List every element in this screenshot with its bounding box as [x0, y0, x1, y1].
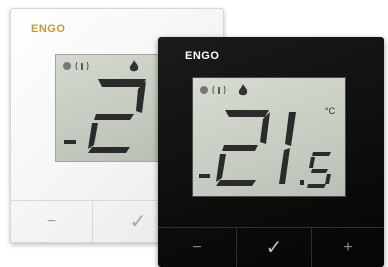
minus-icon: −: [192, 239, 202, 256]
confirm-button[interactable]: ✓: [237, 228, 311, 267]
temperature-digits: [216, 110, 331, 188]
minus-icon: −: [46, 213, 57, 230]
brand-logo: ENGO: [185, 50, 220, 62]
wireless-signal-icon: [75, 61, 89, 71]
check-icon: ✓: [129, 211, 147, 233]
wireless-signal-icon: [212, 85, 226, 95]
lcd-display: [55, 54, 169, 162]
black-thermostat: ENGO °C − ✓ +: [158, 37, 384, 267]
minus-segment: [64, 140, 76, 144]
lcd-display: °C: [192, 77, 346, 197]
temperature-digit: [88, 79, 146, 153]
minus-button[interactable]: −: [158, 228, 236, 267]
check-icon: ✓: [265, 237, 283, 259]
button-bar: − ✓ +: [158, 227, 384, 267]
minus-button[interactable]: −: [11, 201, 92, 242]
mode-icon: [200, 86, 208, 94]
flame-icon: [129, 60, 139, 72]
plus-button[interactable]: +: [312, 228, 384, 267]
brand-logo: ENGO: [31, 23, 66, 35]
flame-icon: [238, 84, 248, 96]
minus-segment: [199, 174, 210, 178]
mode-icon: [63, 62, 71, 70]
plus-icon: +: [343, 239, 353, 256]
